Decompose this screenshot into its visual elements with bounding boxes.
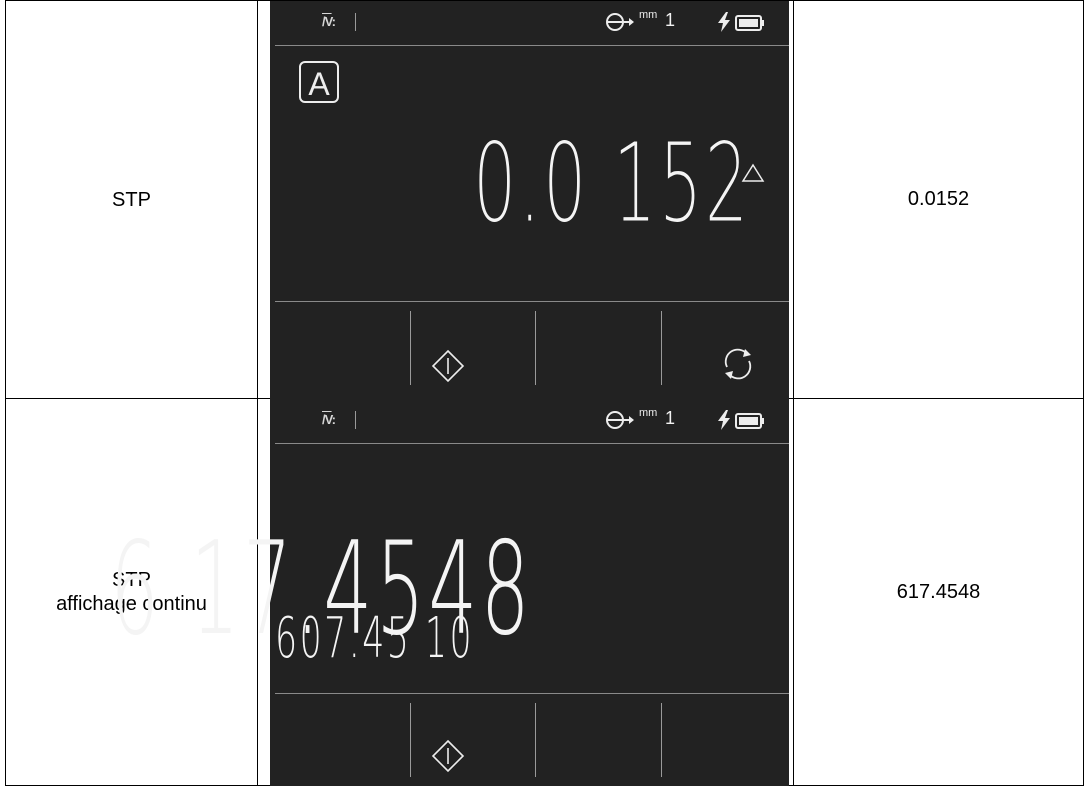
reading-value: 0.0152 (907, 188, 970, 210)
device-screen: /V: mm 1 (270, 1, 789, 399)
delta-triangle-icon (741, 163, 765, 182)
channel-number: 1 (665, 10, 676, 30)
charging-bolt-icon (718, 12, 730, 32)
start-icon[interactable] (431, 739, 465, 773)
table-row: STP /V: mm 1 A 0.0 152 0.0152 (5, 0, 1084, 399)
filter-mode-icon: /V: (322, 14, 336, 29)
mode-label: STP (112, 188, 151, 211)
channel-number: 1 (665, 408, 676, 428)
start-icon[interactable] (431, 349, 465, 383)
reference-a-box: A (299, 61, 339, 103)
value-cell: 0.0152 (793, 0, 1084, 399)
softkey-divider (535, 311, 536, 385)
main-reading: 0.0 152 (473, 119, 751, 248)
charging-bolt-icon (718, 410, 730, 430)
reading-table: STP /V: mm 1 A 0.0 152 0.0152 STP affich… (5, 0, 1084, 786)
battery-full-icon (735, 413, 764, 429)
secondary-reading: 607.45 10 (275, 606, 475, 671)
battery-full-icon (735, 15, 764, 31)
screen-cell: /V: mm 1 (257, 0, 794, 399)
softkey-divider (661, 311, 662, 385)
probe-icon (606, 411, 634, 429)
softkey-divider (535, 703, 536, 777)
status-separator (275, 45, 789, 46)
unit-label: mm (639, 9, 658, 21)
softkey-divider (410, 311, 411, 385)
refresh-icon[interactable] (719, 345, 757, 383)
probe-icon (606, 13, 634, 31)
softkey-separator (275, 301, 789, 302)
status-bar: /V: mm 1 (270, 399, 789, 443)
status-divider (355, 411, 356, 429)
softkey-divider (410, 703, 411, 777)
mode-label-cell: STP (5, 0, 258, 399)
status-bar: /V: mm 1 (270, 1, 789, 45)
unit-label: mm (639, 407, 658, 419)
reading-value: 617.4548 (896, 580, 981, 603)
softkey-divider (661, 703, 662, 777)
value-cell: 617.4548 (793, 398, 1084, 786)
softkey-separator (275, 693, 789, 694)
status-separator (275, 443, 789, 444)
status-divider (355, 13, 356, 31)
filter-mode-icon: /V: (322, 412, 336, 427)
